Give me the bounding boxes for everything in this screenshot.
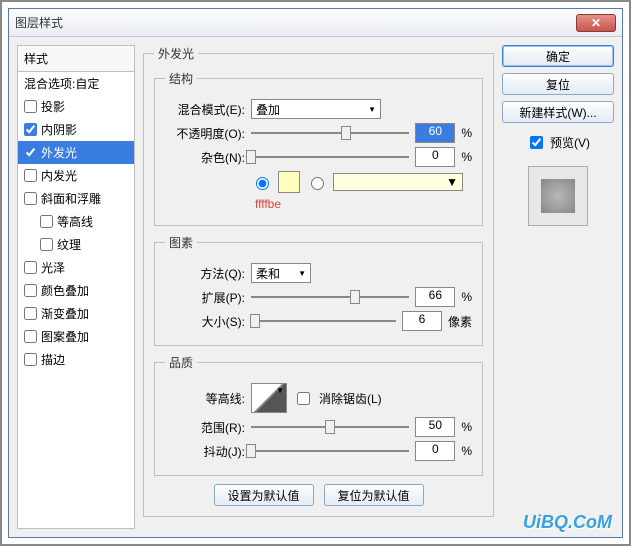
style-checkbox[interactable] — [24, 261, 37, 274]
style-item-8[interactable]: 颜色叠加 — [18, 279, 134, 302]
blend-mode-select[interactable]: 叠加 ▼ — [251, 99, 381, 119]
window-title: 图层样式 — [15, 14, 576, 31]
style-checkbox[interactable] — [24, 330, 37, 343]
style-item-9[interactable]: 渐变叠加 — [18, 302, 134, 325]
contour-label: 等高线: — [165, 390, 245, 407]
color-radio[interactable] — [256, 177, 269, 190]
chevron-down-icon: ▼ — [368, 105, 376, 114]
jitter-slider[interactable] — [251, 442, 409, 460]
style-label: 内阴影 — [41, 121, 77, 138]
jitter-input[interactable]: 0 — [415, 441, 455, 461]
style-checkbox[interactable] — [24, 192, 37, 205]
close-button[interactable]: ✕ — [576, 14, 616, 32]
style-checkbox[interactable] — [40, 238, 53, 251]
style-item-2[interactable]: 外发光 — [18, 141, 134, 164]
opacity-input[interactable]: 60 — [415, 123, 455, 143]
contour-picker[interactable]: ▼ — [251, 383, 287, 413]
style-label: 斜面和浮雕 — [41, 190, 101, 207]
gradient-radio[interactable] — [311, 177, 324, 190]
style-checkbox[interactable] — [24, 169, 37, 182]
technique-label: 方法(Q): — [165, 265, 245, 282]
size-label: 大小(S): — [165, 313, 245, 330]
cancel-button[interactable]: 复位 — [502, 73, 614, 95]
range-label: 范围(R): — [165, 419, 245, 436]
spread-input[interactable]: 66 — [415, 287, 455, 307]
noise-label: 杂色(N): — [165, 149, 245, 166]
styles-header: 样式 — [18, 46, 134, 72]
style-label: 颜色叠加 — [41, 282, 89, 299]
noise-slider[interactable] — [251, 148, 409, 166]
style-item-1[interactable]: 内阴影 — [18, 118, 134, 141]
structure-group: 结构 混合模式(E): 叠加 ▼ 不透明度(O): 60 % — [154, 70, 483, 226]
style-checkbox[interactable] — [24, 353, 37, 366]
reset-default-button[interactable]: 复位为默认值 — [324, 484, 424, 506]
style-item-6[interactable]: 纹理 — [18, 233, 134, 256]
gradient-swatch[interactable]: ▼ — [333, 173, 463, 191]
color-swatch[interactable] — [278, 171, 300, 193]
style-checkbox[interactable] — [24, 146, 37, 159]
quality-group: 品质 等高线: ▼ 消除锯齿(L) 范围(R): 50 % 抖动(J) — [154, 354, 483, 476]
elements-group: 图素 方法(Q): 柔和 ▼ 扩展(P): 66 % — [154, 234, 483, 346]
range-slider[interactable] — [251, 418, 409, 436]
style-label: 内发光 — [41, 167, 77, 184]
style-item-5[interactable]: 等高线 — [18, 210, 134, 233]
size-slider[interactable] — [251, 312, 396, 330]
technique-select[interactable]: 柔和 ▼ — [251, 263, 311, 283]
antialias-checkbox[interactable] — [297, 392, 310, 405]
style-label: 描边 — [41, 351, 65, 368]
style-checkbox[interactable] — [24, 100, 37, 113]
blend-mode-label: 混合模式(E): — [165, 101, 245, 118]
preview-label: 预览(V) — [550, 134, 590, 151]
style-label: 等高线 — [57, 213, 93, 230]
style-label: 外发光 — [41, 144, 77, 161]
panel-title: 外发光 — [154, 45, 198, 62]
opacity-label: 不透明度(O): — [165, 125, 245, 142]
ok-button[interactable]: 确定 — [502, 45, 614, 67]
style-label: 渐变叠加 — [41, 305, 89, 322]
style-item-10[interactable]: 图案叠加 — [18, 325, 134, 348]
style-item-0[interactable]: 投影 — [18, 95, 134, 118]
color-hex: ffffbe — [255, 197, 281, 211]
preview-checkbox[interactable] — [530, 136, 543, 149]
style-label: 光泽 — [41, 259, 65, 276]
chevron-down-icon: ▼ — [276, 386, 284, 395]
style-checkbox[interactable] — [24, 284, 37, 297]
spread-slider[interactable] — [251, 288, 409, 306]
style-item-4[interactable]: 斜面和浮雕 — [18, 187, 134, 210]
spread-label: 扩展(P): — [165, 289, 245, 306]
styles-list: 样式 混合选项:自定 投影内阴影外发光内发光斜面和浮雕等高线纹理光泽颜色叠加渐变… — [17, 45, 135, 529]
new-style-button[interactable]: 新建样式(W)... — [502, 101, 614, 123]
style-checkbox[interactable] — [40, 215, 53, 228]
antialias-label: 消除锯齿(L) — [319, 390, 382, 407]
set-default-button[interactable]: 设置为默认值 — [214, 484, 314, 506]
blend-options-item[interactable]: 混合选项:自定 — [18, 72, 134, 95]
titlebar: 图层样式 ✕ — [9, 9, 622, 37]
noise-input[interactable]: 0 — [415, 147, 455, 167]
style-item-11[interactable]: 描边 — [18, 348, 134, 371]
style-label: 图案叠加 — [41, 328, 89, 345]
style-checkbox[interactable] — [24, 123, 37, 136]
outer-glow-panel: 外发光 结构 混合模式(E): 叠加 ▼ 不透明度(O): 60 — [143, 45, 494, 517]
chevron-down-icon: ▼ — [446, 175, 458, 189]
style-label: 投影 — [41, 98, 65, 115]
style-checkbox[interactable] — [24, 307, 37, 320]
style-item-7[interactable]: 光泽 — [18, 256, 134, 279]
style-label: 纹理 — [57, 236, 81, 253]
jitter-label: 抖动(J): — [165, 443, 245, 460]
opacity-slider[interactable] — [251, 124, 409, 142]
preview-box — [528, 166, 588, 226]
style-item-3[interactable]: 内发光 — [18, 164, 134, 187]
range-input[interactable]: 50 — [415, 417, 455, 437]
preview-swatch — [541, 179, 575, 213]
chevron-down-icon: ▼ — [298, 269, 306, 278]
watermark: UiBQ.CoM — [523, 512, 612, 533]
close-icon: ✕ — [591, 16, 601, 30]
size-input[interactable]: 6 — [402, 311, 442, 331]
